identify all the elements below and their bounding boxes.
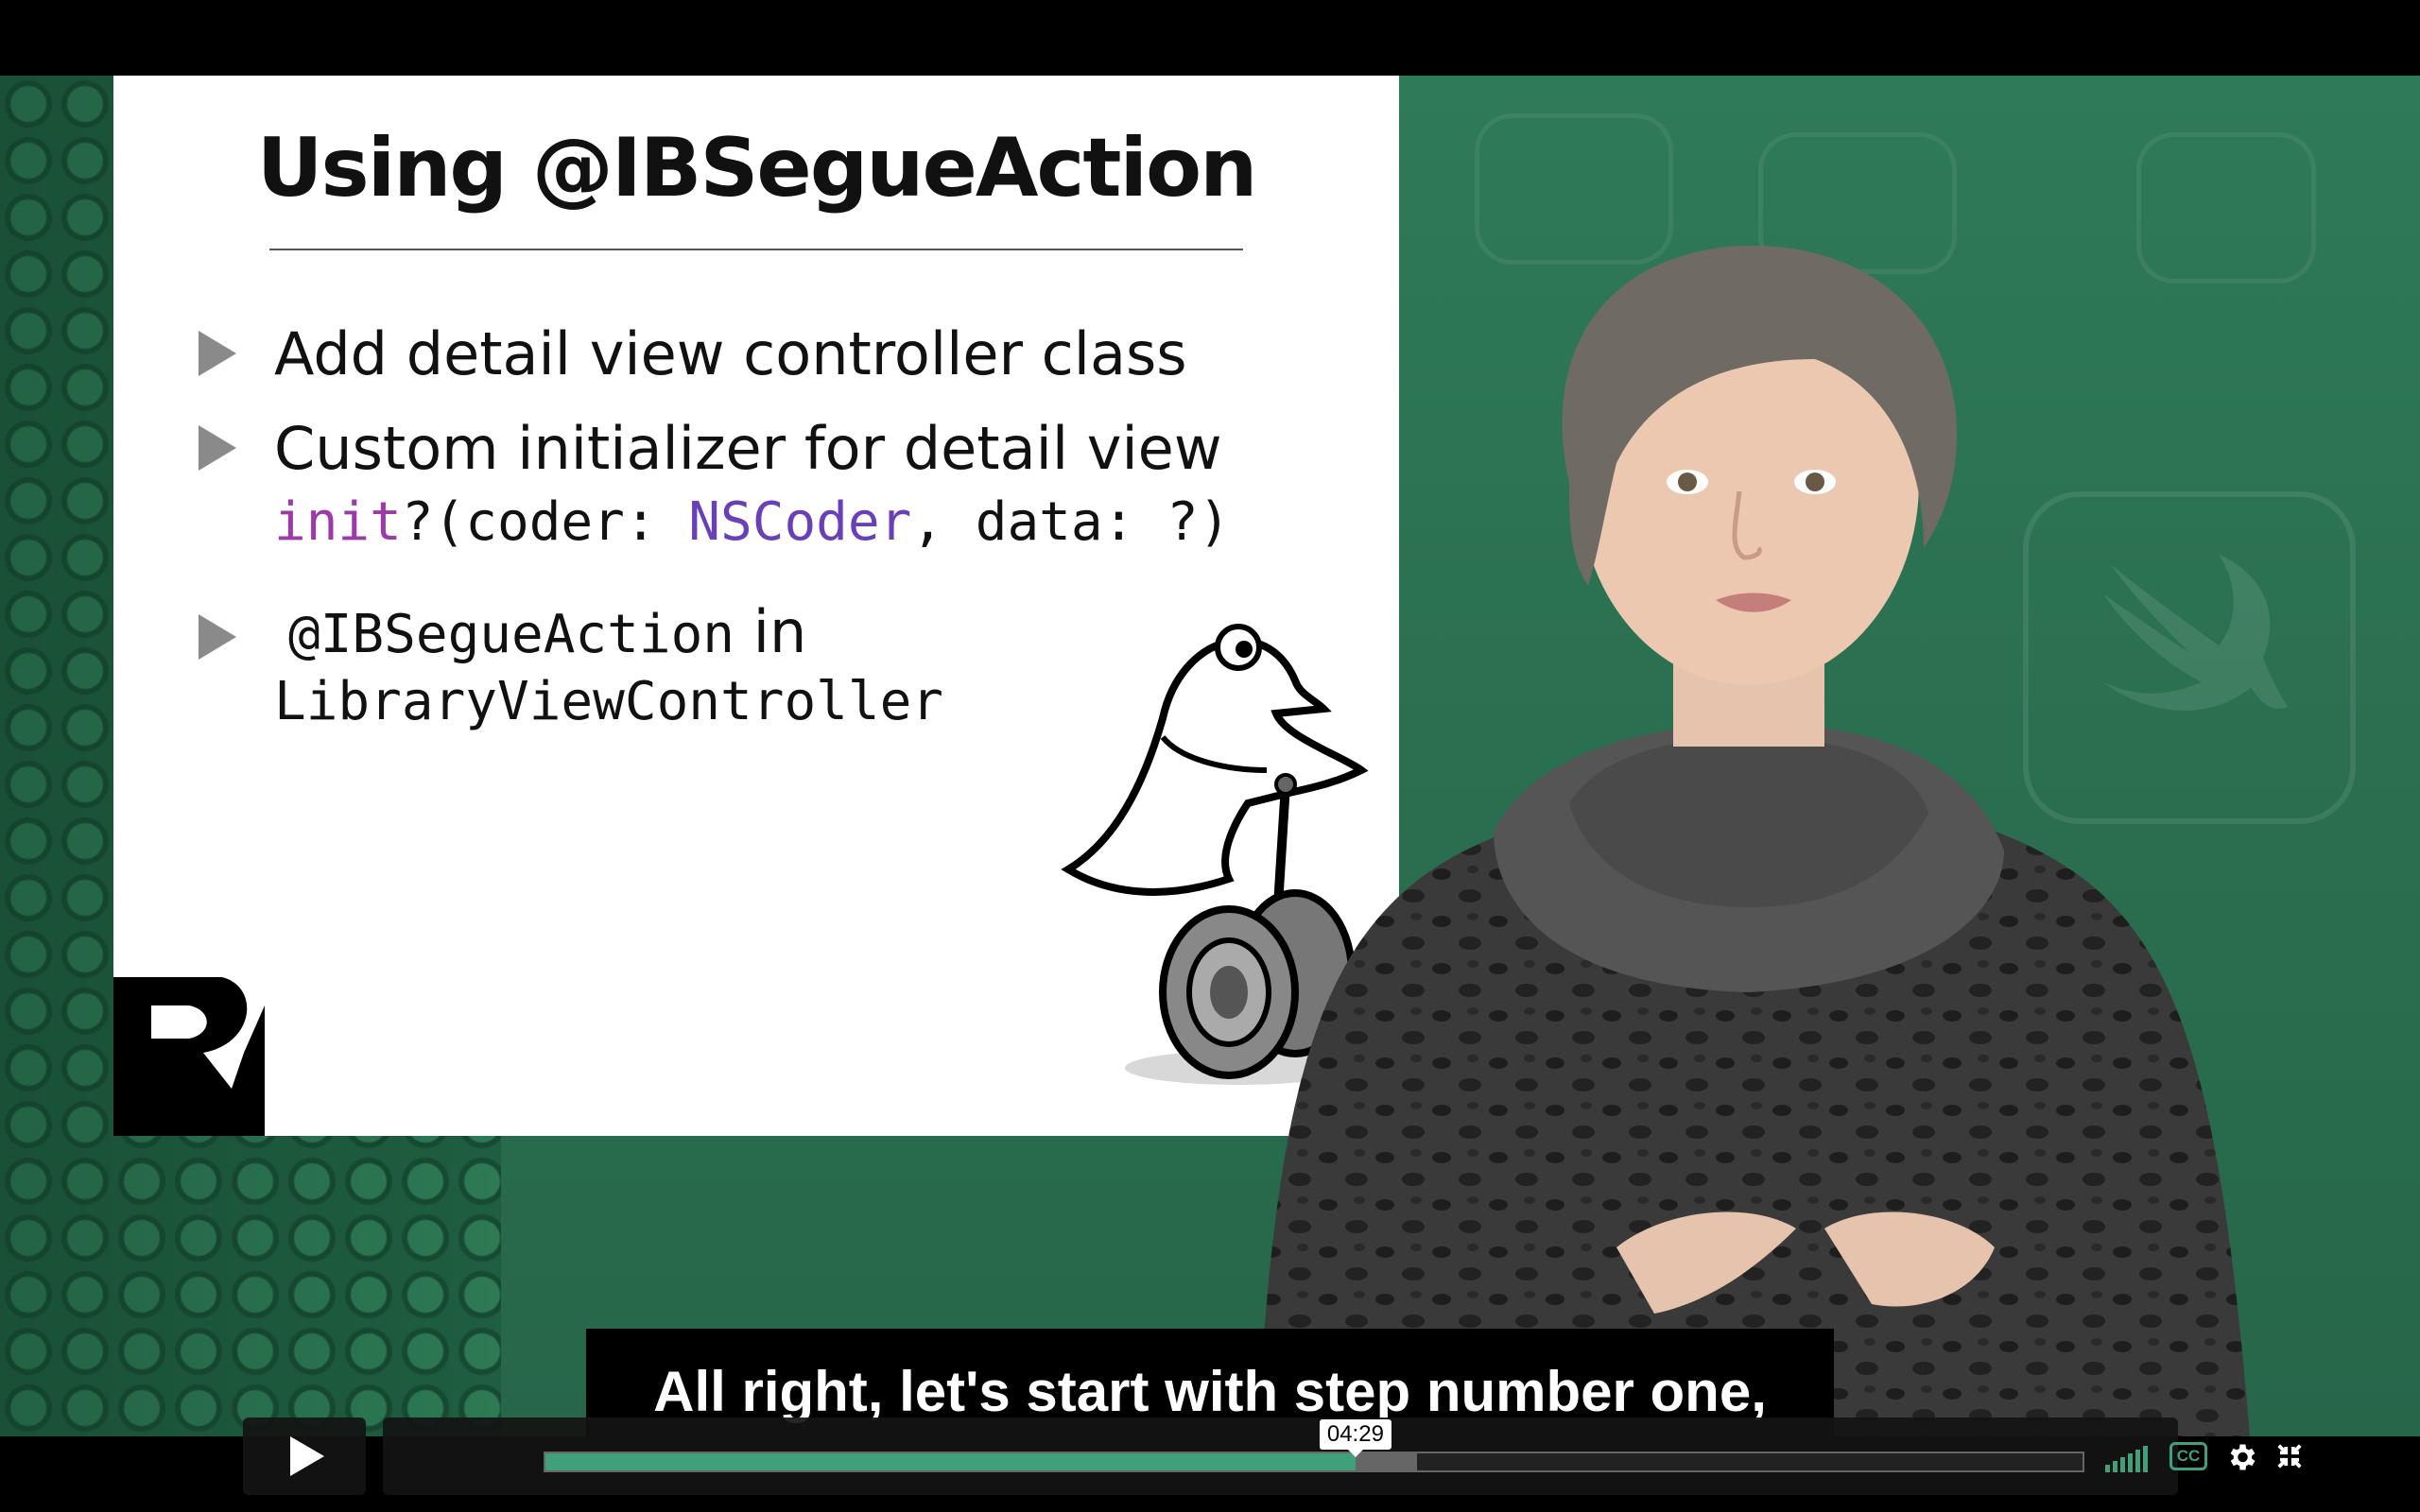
player-controls: 04:29 CC bbox=[243, 1418, 2302, 1495]
video-player[interactable]: Using @IBSegueAction Add detail view con… bbox=[0, 0, 2420, 1512]
code-text: ?(coder: bbox=[401, 491, 689, 553]
settings-button[interactable] bbox=[2224, 1440, 2258, 1474]
code-text: , data: ?) bbox=[911, 491, 1231, 553]
bullet-triangle-icon bbox=[199, 614, 236, 660]
time-tooltip: 04:29 bbox=[1319, 1419, 1392, 1457]
closed-captions-icon: CC bbox=[2169, 1442, 2207, 1470]
code-keyword-init: init bbox=[274, 491, 402, 553]
raywenderlich-logo bbox=[113, 977, 265, 1136]
play-icon bbox=[290, 1436, 324, 1476]
slide-title-divider bbox=[269, 249, 1243, 250]
bullet-triangle-icon bbox=[199, 425, 236, 471]
collapse-fullscreen-icon bbox=[2277, 1444, 2302, 1469]
bullet-3-text: @IBSegueAction in bbox=[288, 597, 806, 666]
bullet-3-code: @IBSegueAction bbox=[288, 604, 735, 665]
letterbox-top bbox=[0, 0, 2420, 76]
video-frame[interactable]: Using @IBSegueAction Add detail view con… bbox=[0, 76, 2420, 1436]
bullet-3-in: in bbox=[752, 597, 807, 666]
play-button[interactable] bbox=[243, 1418, 366, 1495]
progress-played bbox=[545, 1453, 1356, 1470]
control-bar: 04:29 CC bbox=[383, 1418, 2302, 1495]
presentation-slide: Using @IBSegueAction Add detail view con… bbox=[113, 76, 1399, 1136]
bullet-2-code: init?(coder: NSCoder, data: ?) bbox=[274, 491, 1230, 553]
bullet-2-text: Custom initializer for detail view bbox=[274, 414, 1222, 483]
bullet-3-code-2: LibraryViewController bbox=[274, 671, 944, 732]
progress-bar[interactable]: 04:29 bbox=[544, 1419, 2084, 1472]
exit-fullscreen-button[interactable] bbox=[2275, 1442, 2304, 1470]
slide-title: Using @IBSegueAction bbox=[256, 121, 1258, 215]
gear-icon bbox=[2230, 1444, 2256, 1470]
volume-icon[interactable] bbox=[2105, 1444, 2149, 1472]
code-type-nscoder: NSCoder bbox=[688, 491, 912, 553]
bullet-1-text: Add detail view controller class bbox=[274, 319, 1187, 388]
closed-captions-button[interactable]: CC bbox=[2169, 1442, 2207, 1470]
presenter-video-person bbox=[1257, 246, 2250, 1436]
background-icon-outline bbox=[1475, 113, 1673, 265]
bullet-triangle-icon bbox=[199, 331, 236, 376]
